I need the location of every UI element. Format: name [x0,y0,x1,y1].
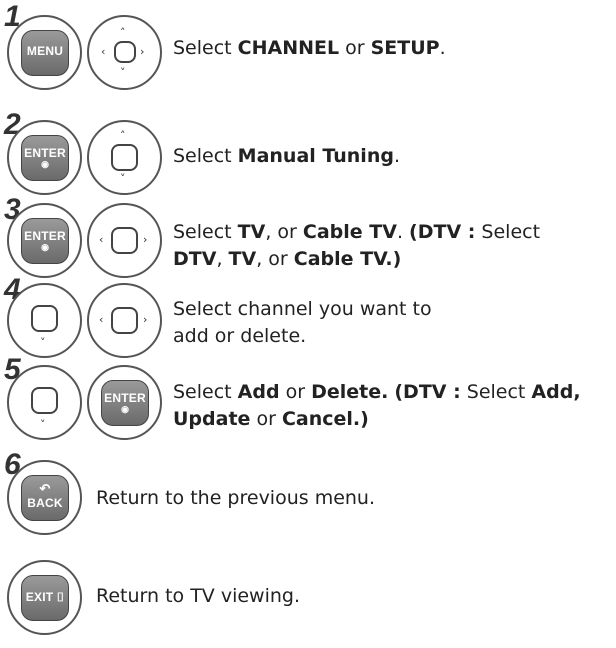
step-text: Select CHANNEL or SETUP. [173,37,446,59]
enter-dot-icon: ◉ [41,242,49,252]
leftright-pad[interactable]: ‹ › [89,285,160,356]
down-arrow-icon: ˅ [40,336,46,349]
enter-button-holder: ENTER ◉ [7,120,82,195]
step-text: Select TV, or Cable TV. (DTV : Select DT… [173,221,541,270]
right-arrow-icon: › [143,313,148,326]
nav-pad[interactable]: ˄ ˅ ‹ › [89,17,160,88]
left-arrow-icon: ‹ [101,45,106,58]
up-arrow-icon: ˄ [120,26,126,39]
enter-dot-icon: ◉ [41,159,49,169]
exit-key[interactable]: EXIT ⌷ [21,575,69,621]
step-2: 2 ENTER ◉ ˄ ˅ Select Manual Tuning. [0,110,616,200]
left-arrow-icon: ‹ [99,233,104,246]
right-arrow-icon: › [143,233,148,246]
step-text: Select Manual Tuning. [173,145,400,167]
menu-button-holder: MENU [7,15,82,90]
enter-button-holder: ENTER ◉ [7,203,82,278]
step-exit: EXIT ⌷ Return to TV viewing. [0,545,616,640]
step-6: 6 ↶ BACK Return to the previous menu. [0,450,616,540]
step-4: 4 ˅ ‹ › Select channel you want to add o… [0,275,616,365]
down-pad[interactable]: ˅ [9,285,80,356]
leftright-pad-holder: ‹ › [87,203,162,278]
step-text: Return to the previous menu. [96,487,376,509]
menu-key[interactable]: MENU [21,30,69,76]
step-text: Return to TV viewing. [96,585,301,607]
enter-button-holder: ENTER ◉ [87,365,162,440]
down-pad[interactable]: ˅ [9,367,80,438]
down-pad-holder: ˅ [7,283,82,358]
updown-pad[interactable]: ˄ ˅ [89,122,160,193]
updown-pad-holder: ˄ ˅ [87,120,162,195]
step-text: Select Add or Delete. (DTV : Select Add,… [173,381,581,430]
back-button-holder: ↶ BACK [7,460,82,535]
left-arrow-icon: ‹ [99,313,104,326]
exit-icon: ⌷ [56,590,65,604]
down-arrow-icon: ˅ [120,172,126,185]
down-arrow-icon: ˅ [40,418,46,431]
step-text: Select channel you want to add or delete… [173,298,432,347]
step-3: 3 ENTER ◉ ‹ › Select TV, or Cable TV. (D… [0,195,616,285]
up-arrow-icon: ˄ [120,129,126,142]
step-1: 1 MENU ˄ ˅ ‹ › Select CHANNEL or SETUP. [0,0,616,100]
back-arrow-icon: ↶ [39,481,51,496]
down-pad-holder: ˅ [7,365,82,440]
back-key[interactable]: ↶ BACK [21,475,69,521]
enter-dot-icon: ◉ [121,404,129,414]
leftright-pad-holder: ‹ › [87,283,162,358]
enter-key[interactable]: ENTER ◉ [21,218,69,264]
step-5: 5 ˅ ENTER ◉ Select Add or Delete. (DTV :… [0,355,616,450]
enter-key[interactable]: ENTER ◉ [101,380,149,426]
exit-button-holder: EXIT ⌷ [7,560,82,635]
enter-key[interactable]: ENTER ◉ [21,135,69,181]
right-arrow-icon: › [140,45,145,58]
leftright-pad[interactable]: ‹ › [89,205,160,276]
nav-pad-holder: ˄ ˅ ‹ › [87,15,162,90]
down-arrow-icon: ˅ [120,66,126,79]
